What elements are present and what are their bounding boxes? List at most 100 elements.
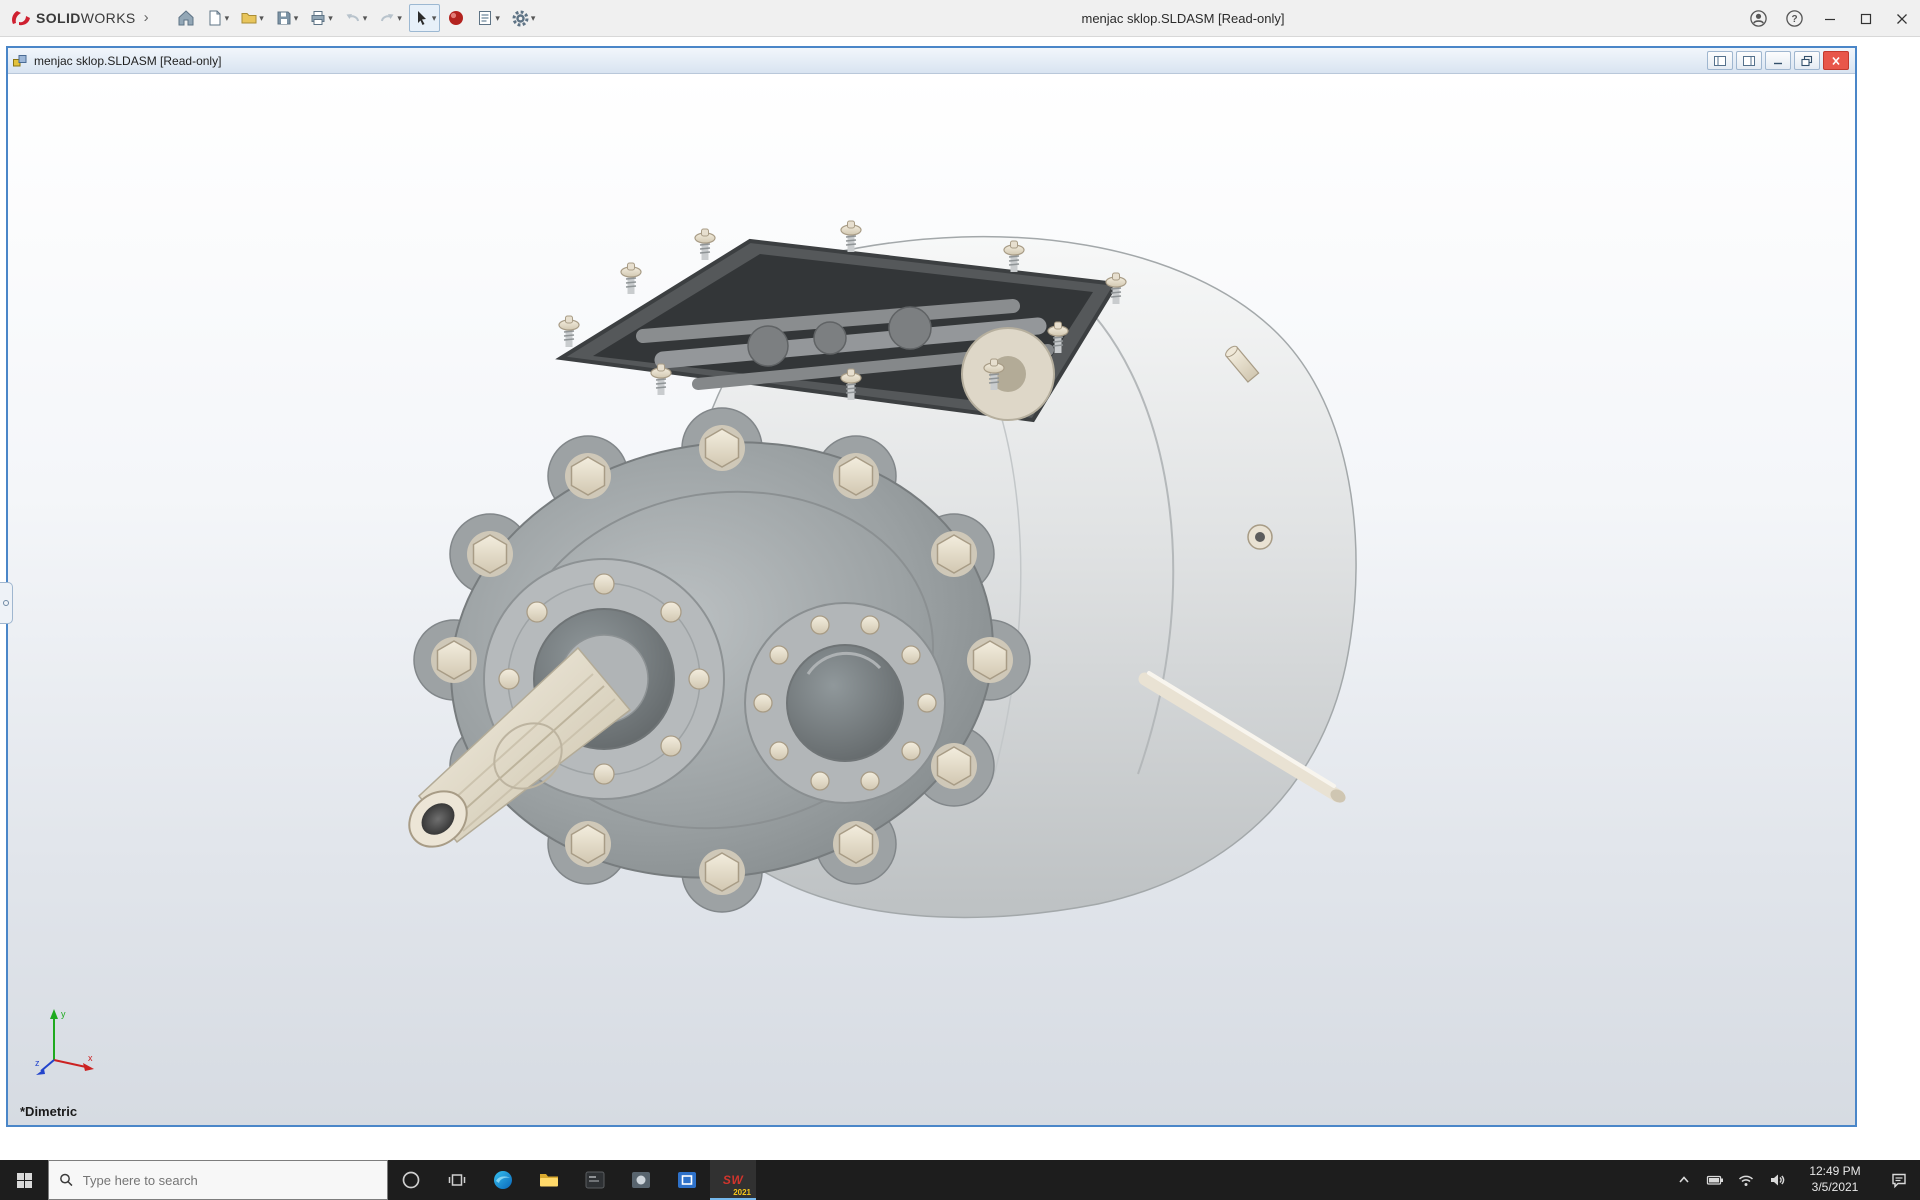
cortana-button[interactable] <box>388 1160 434 1200</box>
blue-app-button[interactable] <box>664 1160 710 1200</box>
dropdown-caret-icon[interactable]: ▾ <box>432 13 437 24</box>
save-icon <box>277 11 291 25</box>
account-button[interactable] <box>1740 0 1776 37</box>
document-window-controls <box>1707 51 1851 70</box>
network-button[interactable] <box>1730 1160 1761 1200</box>
dropdown-caret-icon[interactable]: ▾ <box>363 13 368 24</box>
graphics-viewport[interactable]: y x z *Dimetric <box>8 74 1855 1125</box>
gearbox-model[interactable] <box>8 74 1855 1125</box>
solidworks-taskbar-button[interactable]: SW 2021 <box>710 1160 756 1200</box>
options-button[interactable]: ▾ <box>507 4 540 32</box>
solidworks-version-badge: 2021 <box>733 1188 751 1197</box>
undo-button[interactable]: ▾ <box>340 4 372 32</box>
notification-icon <box>1892 1173 1906 1189</box>
clock[interactable]: 12:49 PM 3/5/2021 <box>1792 1164 1878 1195</box>
solidworks-logo[interactable]: SOLIDWORKS <box>0 8 136 28</box>
document-window: menjac sklop.SLDASM [Read-only] y x z *D… <box>6 46 1857 1127</box>
print-button[interactable]: ▾ <box>305 4 337 32</box>
print-icon <box>311 11 325 25</box>
svg-text:x: x <box>88 1053 93 1063</box>
search-input[interactable] <box>82 1172 377 1188</box>
brand-text: SOLIDWORKS <box>36 10 136 26</box>
taskbar: SW 2021 <box>0 1160 1920 1200</box>
start-button[interactable] <box>0 1160 48 1200</box>
open-button[interactable]: ▾ <box>236 4 268 32</box>
edge-button[interactable] <box>480 1160 526 1200</box>
assembly-document-icon <box>13 54 27 66</box>
select-cursor-icon <box>417 11 426 25</box>
task-view-button[interactable] <box>434 1160 480 1200</box>
pane-left-button[interactable] <box>1707 51 1733 70</box>
terminal-app-button[interactable] <box>572 1160 618 1200</box>
taskbar-search[interactable] <box>48 1160 388 1200</box>
brand-solid: SOLID <box>36 10 81 26</box>
document-minimize-icon <box>1774 62 1782 64</box>
document-title: menjac sklop.SLDASM [Read-only] <box>34 53 222 68</box>
document-restore-button[interactable] <box>1794 51 1820 70</box>
file-explorer-button[interactable] <box>526 1160 572 1200</box>
new-document-button[interactable]: ▾ <box>202 4 234 32</box>
wifi-icon <box>1738 1175 1753 1186</box>
task-view-icon <box>448 1174 466 1186</box>
redo-button[interactable]: ▾ <box>374 4 406 32</box>
app-title: menjac sklop.SLDASM [Read-only] <box>1081 11 1285 26</box>
document-close-button[interactable] <box>1823 51 1849 70</box>
dropdown-caret-icon[interactable]: ▾ <box>495 13 500 24</box>
menu-expand-icon[interactable]: › <box>144 9 149 26</box>
dropdown-caret-icon[interactable]: ▾ <box>294 13 299 24</box>
gray-app-icon <box>632 1172 650 1188</box>
battery-icon <box>1706 1175 1723 1185</box>
cortana-icon <box>402 1171 420 1189</box>
help-button[interactable]: ? <box>1776 0 1812 37</box>
volume-button[interactable] <box>1761 1160 1792 1200</box>
pane-left-icon <box>1714 55 1726 66</box>
view-orientation-label: *Dimetric <box>20 1104 78 1119</box>
screen: SOLIDWORKS › ▾ ▾ ▾ ▾ ▾ ▾ ▾ ▾ ▾ menjac sk… <box>0 0 1920 1200</box>
maximize-icon <box>1860 13 1872 24</box>
hidden-icons-button[interactable] <box>1668 1160 1699 1200</box>
file-properties-button[interactable]: ▾ <box>472 4 504 32</box>
maximize-button[interactable] <box>1848 0 1884 37</box>
document-restore-icon <box>1801 55 1813 66</box>
file-explorer-icon <box>540 1174 558 1187</box>
dropdown-caret-icon[interactable]: ▾ <box>328 13 333 24</box>
windows-logo-icon <box>16 1172 32 1188</box>
document-titlebar[interactable]: menjac sklop.SLDASM [Read-only] <box>8 48 1855 74</box>
document-minimize-button[interactable] <box>1765 51 1791 70</box>
home-button[interactable] <box>173 4 199 32</box>
document-properties-icon <box>479 11 492 25</box>
blue-app-icon <box>678 1172 696 1188</box>
home-icon <box>178 10 194 26</box>
dropdown-caret-icon[interactable]: ▾ <box>225 13 230 24</box>
workspace: menjac sklop.SLDASM [Read-only] y x z *D… <box>0 37 1920 1160</box>
svg-text:?: ? <box>1791 14 1797 25</box>
solidworks-app-icon: SW <box>722 1173 744 1187</box>
clock-date: 3/5/2021 <box>1811 1180 1859 1194</box>
select-tool-button[interactable]: ▾ <box>408 4 441 32</box>
triad-icon: y x z <box>35 1009 94 1075</box>
minimize-icon <box>1825 18 1835 20</box>
clock-time: 12:49 PM <box>1809 1164 1861 1179</box>
gear-icon <box>512 10 529 26</box>
featuremanager-collapsed-tab[interactable] <box>0 582 13 624</box>
3dexperience-button[interactable] <box>443 4 469 32</box>
close-icon <box>1897 13 1907 24</box>
pane-right-button[interactable] <box>1736 51 1762 70</box>
battery-button[interactable] <box>1699 1160 1730 1200</box>
undo-icon <box>346 14 359 22</box>
redo-icon <box>381 14 394 22</box>
dropdown-caret-icon[interactable]: ▾ <box>259 13 264 24</box>
action-center-button[interactable] <box>1878 1171 1920 1189</box>
close-button[interactable] <box>1884 0 1920 37</box>
dropdown-caret-icon[interactable]: ▾ <box>531 13 536 24</box>
save-button[interactable]: ▾ <box>271 4 303 32</box>
cover-boss[interactable] <box>744 602 946 804</box>
terminal-icon <box>585 1171 605 1189</box>
gray-app-button[interactable] <box>618 1160 664 1200</box>
dropdown-caret-icon[interactable]: ▾ <box>397 13 402 24</box>
new-document-icon <box>209 10 221 26</box>
orientation-triad[interactable]: y x z <box>34 1004 98 1081</box>
tab-dot-icon <box>3 600 9 606</box>
minimize-button[interactable] <box>1812 0 1848 37</box>
red-sphere-icon <box>449 11 464 25</box>
